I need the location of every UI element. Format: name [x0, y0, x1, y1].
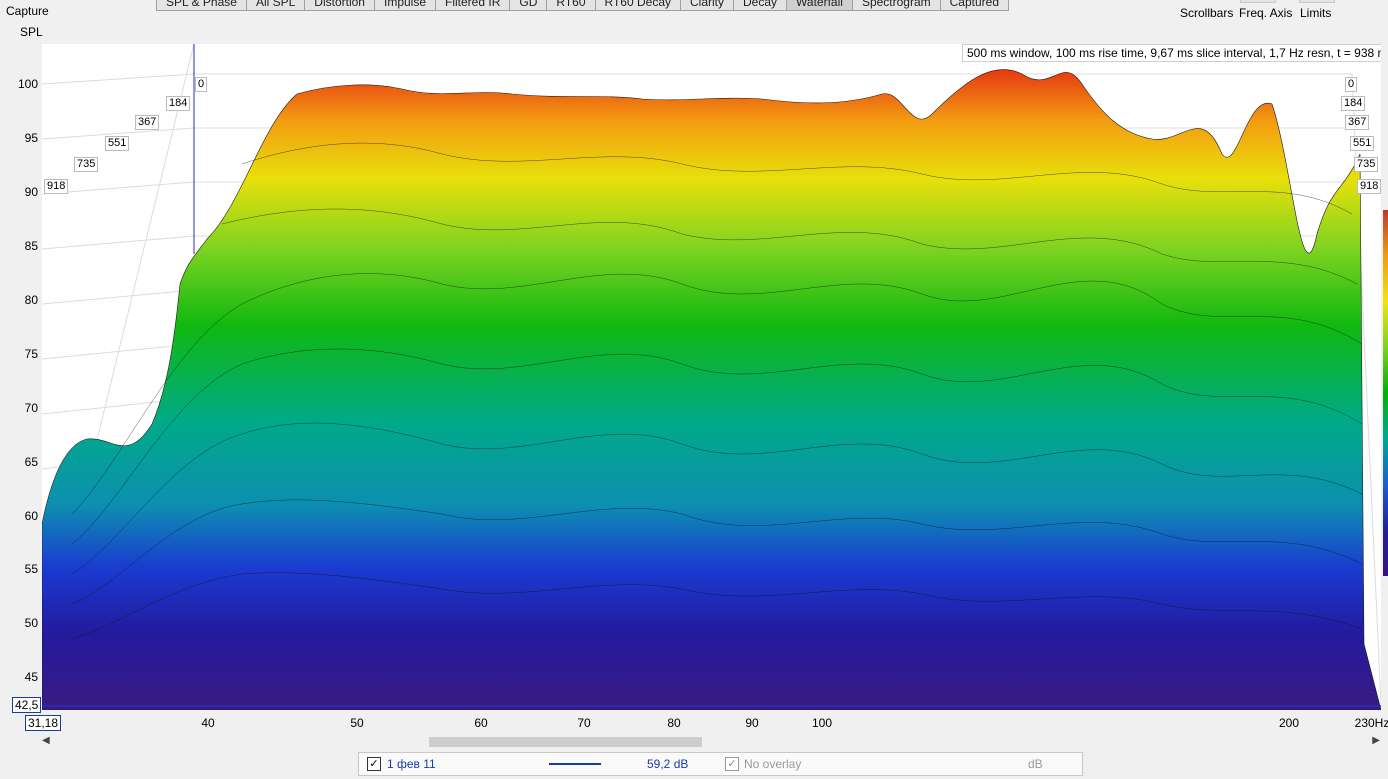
- measurement-line-swatch: [549, 763, 601, 765]
- y-tick: 90: [24, 185, 38, 199]
- x-tick: 90: [745, 716, 759, 730]
- y-tick: 95: [24, 131, 38, 145]
- y-tick: 75: [24, 347, 38, 361]
- freq-axis-label[interactable]: Freq. Axis: [1239, 6, 1292, 20]
- x-tick: 60: [474, 716, 488, 730]
- waterfall-surface: [42, 69, 1381, 710]
- tab-distortion[interactable]: Distortion: [305, 0, 375, 11]
- x-tick: 230Hz: [1354, 716, 1388, 730]
- view-tabs: SPL & Phase All SPL Distortion Impulse Filte…: [156, 0, 1010, 11]
- toolbar-button-1[interactable]: [1240, 0, 1276, 3]
- tab-filtered-ir[interactable]: Filtered IR: [436, 0, 511, 11]
- time-label: 367: [1345, 115, 1370, 130]
- measurement-checkbox[interactable]: ✓: [367, 757, 381, 771]
- scroll-thumb[interactable]: [429, 737, 702, 747]
- time-label: 918: [44, 179, 69, 194]
- time-label: 0: [1345, 77, 1358, 92]
- tab-captured[interactable]: Captured: [940, 0, 1010, 11]
- tab-gd[interactable]: GD: [510, 0, 548, 11]
- y-tick: 80: [24, 293, 38, 307]
- x-tick: 200: [1278, 716, 1300, 730]
- waterfall-info: 500 ms window, 100 ms rise time, 9,67 ms…: [962, 44, 1381, 62]
- overlay-unit: dB: [1028, 757, 1043, 771]
- y-tick: 85: [24, 239, 38, 253]
- y-tick: 55: [24, 562, 38, 576]
- measurement-value: 59,2 dB: [647, 757, 689, 771]
- x-tick: 50: [350, 716, 364, 730]
- x-tick: 80: [667, 716, 681, 730]
- tab-spectrogram[interactable]: Spectrogram: [852, 0, 941, 11]
- scroll-right-icon[interactable]: ▶: [1372, 735, 1380, 746]
- tab-decay[interactable]: Decay: [734, 0, 788, 11]
- time-label: 184: [166, 96, 191, 111]
- y-tick: 100: [17, 77, 38, 91]
- tab-clarity[interactable]: Clarity: [681, 0, 735, 11]
- x-tick: 100: [811, 716, 833, 730]
- horizontal-scrollbar[interactable]: ◀ ▶: [42, 735, 1380, 749]
- x-min-box[interactable]: 31,18: [25, 715, 62, 731]
- y-tick: 45: [24, 670, 38, 684]
- time-label: 735: [74, 157, 99, 172]
- y-tick: 65: [24, 455, 38, 469]
- tab-waterfall[interactable]: Waterfall: [787, 0, 853, 11]
- toolbar-button-2[interactable]: [1299, 0, 1335, 3]
- limits-label[interactable]: Limits: [1300, 6, 1331, 20]
- overlay-label: No overlay: [744, 757, 802, 771]
- time-label: 551: [1350, 136, 1375, 151]
- time-label: 184: [1341, 96, 1366, 111]
- tab-all-spl[interactable]: All SPL: [246, 0, 306, 11]
- tab-impulse[interactable]: Impulse: [374, 0, 437, 11]
- time-label: 551: [105, 136, 130, 151]
- time-label: 735: [1354, 157, 1379, 172]
- measurement-name[interactable]: 1 фев 11: [387, 757, 436, 771]
- y-tick: 50: [24, 616, 38, 630]
- capture-label: Capture: [6, 4, 49, 18]
- y-tick: 60: [24, 509, 38, 523]
- overlay-checkbox[interactable]: ✓: [725, 757, 739, 771]
- waterfall-graphic: [42, 44, 1381, 710]
- scrollbars-label[interactable]: Scrollbars: [1180, 6, 1233, 20]
- y-axis-label: SPL: [20, 25, 43, 39]
- time-label: 0: [195, 77, 208, 92]
- time-label: 918: [1357, 179, 1382, 194]
- waterfall-plot[interactable]: 500 ms window, 100 ms rise time, 9,67 ms…: [42, 44, 1381, 710]
- tab-rt60[interactable]: RT60: [547, 0, 596, 11]
- y-tick: 70: [24, 401, 38, 415]
- tab-spl-phase[interactable]: SPL & Phase: [156, 0, 247, 11]
- time-label: 367: [135, 115, 160, 130]
- x-tick: 70: [577, 716, 591, 730]
- legend-bar: ✓ 1 фев 11 59,2 dB ✓ No overlay dB: [358, 752, 1083, 776]
- color-scale-bar: [1383, 210, 1388, 576]
- tab-rt60-decay[interactable]: RT60 Decay: [595, 0, 681, 11]
- scroll-left-icon[interactable]: ◀: [42, 735, 50, 746]
- y-min-box[interactable]: 42,5: [12, 697, 42, 713]
- x-tick: 40: [201, 716, 215, 730]
